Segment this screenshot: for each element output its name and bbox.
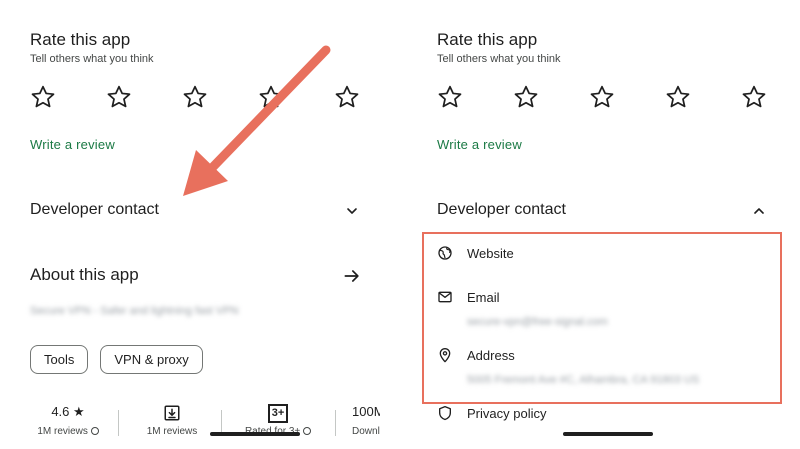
- about-app-title[interactable]: About this app: [30, 265, 139, 285]
- star-outline-icon[interactable]: [741, 84, 767, 110]
- website-link[interactable]: Website: [467, 246, 514, 261]
- rate-app-title: Rate this app: [30, 30, 131, 49]
- rate-app-subtitle: Tell others what you think: [437, 53, 561, 65]
- rate-app-subtitle: Tell others what you think: [30, 53, 154, 65]
- star-outline-icon[interactable]: [30, 84, 56, 110]
- write-review-link[interactable]: Write a review: [437, 137, 522, 152]
- chip-vpn-proxy[interactable]: VPN & proxy: [100, 345, 203, 374]
- app-description: Secure VPN - Safer and lightning fast VP…: [30, 305, 239, 317]
- downloads-label: Downloads: [352, 426, 380, 437]
- star-outline-icon[interactable]: [513, 84, 539, 110]
- stats-divider: [118, 410, 119, 436]
- globe-icon: [438, 246, 452, 260]
- gesture-home-bar[interactable]: [210, 432, 300, 436]
- chevron-down-icon[interactable]: [344, 203, 360, 219]
- chip-tools[interactable]: Tools: [30, 345, 89, 374]
- arrow-right-icon[interactable]: [342, 266, 362, 286]
- app-stats-bar: 4.6 ★ 1M reviews 1M reviews 3+ Rated for…: [0, 402, 380, 449]
- developer-contact-header[interactable]: Developer contact: [30, 201, 159, 219]
- privacy-policy-link[interactable]: Privacy policy: [467, 406, 546, 421]
- reviews-label: 1M reviews: [146, 426, 198, 437]
- panel-gap: [380, 0, 407, 449]
- address-value[interactable]: 5005 Fremont Ave #C, Alhambra, CA 91803 …: [467, 374, 699, 386]
- annotation-arrow: [183, 45, 331, 196]
- stat-reviews: 1M reviews: [134, 402, 210, 437]
- developer-contact-header[interactable]: Developer contact: [437, 201, 566, 219]
- write-review-link[interactable]: Write a review: [30, 137, 115, 152]
- mail-icon: [438, 291, 452, 303]
- email-value[interactable]: secure-vpn@free-signal.com: [467, 316, 608, 328]
- star-outline-icon[interactable]: [182, 84, 208, 110]
- location-pin-icon: [439, 348, 451, 363]
- star-outline-icon[interactable]: [106, 84, 132, 110]
- rating-count-label: 1M reviews: [37, 426, 88, 437]
- info-icon: [303, 427, 312, 435]
- rate-app-title: Rate this app: [437, 30, 538, 49]
- star-outline-icon[interactable]: [437, 84, 463, 110]
- chevron-up-icon[interactable]: [751, 203, 767, 219]
- gesture-home-bar[interactable]: [563, 432, 653, 436]
- stat-downloads: 100M+ Downloads: [352, 402, 380, 437]
- downloads-value: 100M+: [352, 404, 380, 419]
- star-outline-icon[interactable]: [665, 84, 691, 110]
- stat-rating: 4.6 ★ 1M reviews: [30, 402, 106, 437]
- info-icon: [90, 427, 99, 435]
- content-rating-badge: 3+: [267, 404, 289, 423]
- email-label[interactable]: Email: [467, 290, 500, 305]
- app-details-panel-expanded: Rate this app Tell others what you think…: [407, 0, 800, 449]
- address-label[interactable]: Address: [467, 348, 515, 363]
- star-outline-icon[interactable]: [334, 84, 360, 110]
- star-rating: [437, 84, 767, 110]
- rating-value: 4.6: [51, 404, 70, 419]
- category-chips: Tools VPN & proxy: [30, 345, 203, 374]
- stats-divider: [335, 410, 336, 436]
- shield-icon: [439, 406, 451, 421]
- app-details-panel-collapsed: Rate this app Tell others what you think…: [0, 0, 380, 449]
- rating-star-icon: ★: [73, 404, 85, 419]
- star-rating: [30, 84, 360, 110]
- star-outline-icon[interactable]: [258, 84, 284, 110]
- download-icon: [164, 405, 180, 421]
- star-outline-icon[interactable]: [589, 84, 615, 110]
